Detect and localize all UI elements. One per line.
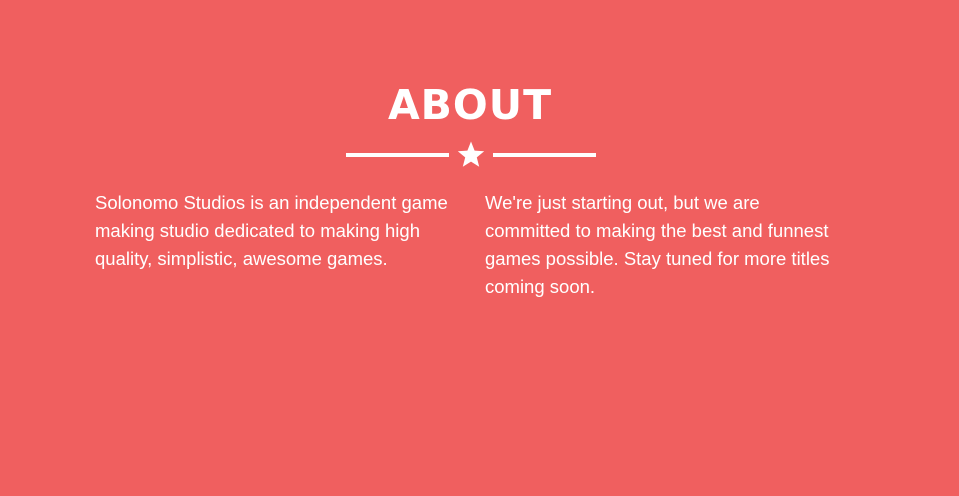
star-icon xyxy=(457,141,485,167)
divider-line-left xyxy=(346,153,449,157)
about-paragraph-left: Solonomo Studios is an independent game … xyxy=(95,192,448,269)
about-paragraph-right: We're just starting out, but we are comm… xyxy=(485,192,830,297)
title-divider xyxy=(346,140,596,170)
divider-line-right xyxy=(493,153,596,157)
section-title: ABOUT xyxy=(387,81,553,129)
about-section: ABOUT Solonomo Studios is an independent… xyxy=(0,0,959,496)
